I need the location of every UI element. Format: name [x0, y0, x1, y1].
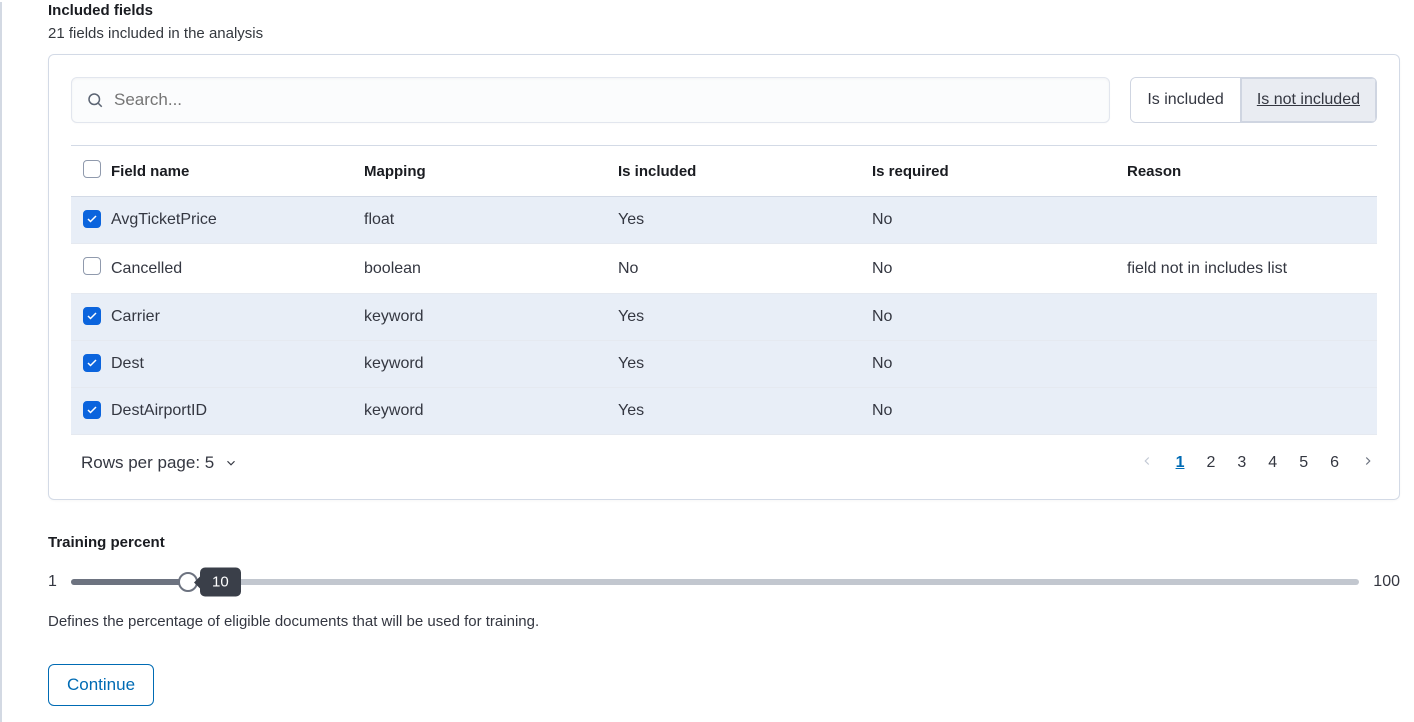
cell-reason: [1127, 197, 1377, 244]
section-subtitle: 21 fields included in the analysis: [48, 25, 1414, 42]
page-6[interactable]: 6: [1330, 454, 1339, 472]
filter-is-included[interactable]: Is included: [1131, 78, 1241, 122]
page-5[interactable]: 5: [1299, 454, 1308, 472]
cell-required: No: [872, 341, 1127, 388]
filter-is-not-included[interactable]: Is not included: [1241, 78, 1376, 122]
cell-required: No: [872, 388, 1127, 435]
cell-required: No: [872, 197, 1127, 244]
cell-reason: field not in includes list: [1127, 244, 1377, 294]
slider-fill: [71, 579, 188, 585]
search-field[interactable]: [71, 77, 1110, 123]
included-fields-panel: Is included Is not included Field name M…: [48, 54, 1400, 500]
pagination: 1 2 3 4 5 6: [1140, 454, 1375, 473]
table-row: DestkeywordYesNo: [71, 341, 1377, 388]
page-2[interactable]: 2: [1206, 454, 1215, 472]
cell-mapping: keyword: [364, 294, 618, 341]
rows-per-page[interactable]: Rows per page: 5: [81, 453, 238, 473]
row-checkbox[interactable]: [83, 401, 101, 419]
cell-required: No: [872, 294, 1127, 341]
chevron-down-icon: [224, 456, 238, 470]
cell-mapping: keyword: [364, 341, 618, 388]
cell-name: AvgTicketPrice: [111, 197, 364, 244]
col-header-name[interactable]: Field name: [111, 146, 364, 197]
training-slider[interactable]: 10: [71, 579, 1359, 585]
cell-reason: [1127, 388, 1377, 435]
search-icon: [86, 91, 104, 109]
prev-page[interactable]: [1140, 454, 1154, 473]
col-header-required[interactable]: Is required: [872, 146, 1127, 197]
filter-group: Is included Is not included: [1130, 77, 1377, 123]
cell-mapping: float: [364, 197, 618, 244]
cell-included: Yes: [618, 341, 872, 388]
training-slider-row: 1 10 100: [48, 573, 1400, 591]
row-checkbox[interactable]: [83, 307, 101, 325]
training-help-text: Defines the percentage of eligible docum…: [48, 613, 1414, 630]
slider-tooltip: 10: [200, 568, 241, 597]
cell-included: No: [618, 244, 872, 294]
cell-included: Yes: [618, 197, 872, 244]
search-input[interactable]: [114, 90, 1095, 110]
cell-mapping: keyword: [364, 388, 618, 435]
table-row: CarrierkeywordYesNo: [71, 294, 1377, 341]
col-header-reason[interactable]: Reason: [1127, 146, 1377, 197]
rows-per-page-label: Rows per page: 5: [81, 453, 214, 473]
col-header-included[interactable]: Is included: [618, 146, 872, 197]
cell-name: Carrier: [111, 294, 364, 341]
cell-included: Yes: [618, 294, 872, 341]
cell-required: No: [872, 244, 1127, 294]
fields-table: Field name Mapping Is included Is requir…: [71, 145, 1377, 435]
row-checkbox[interactable]: [83, 354, 101, 372]
cell-included: Yes: [618, 388, 872, 435]
training-percent-label: Training percent: [48, 534, 1414, 551]
row-checkbox[interactable]: [83, 257, 101, 275]
page-1[interactable]: 1: [1176, 454, 1185, 472]
next-page[interactable]: [1361, 454, 1375, 473]
select-all-checkbox[interactable]: [83, 160, 101, 178]
slider-max: 100: [1373, 573, 1400, 591]
col-header-mapping[interactable]: Mapping: [364, 146, 618, 197]
table-row: DestAirportIDkeywordYesNo: [71, 388, 1377, 435]
table-row: AvgTicketPricefloatYesNo: [71, 197, 1377, 244]
cell-name: DestAirportID: [111, 388, 364, 435]
continue-button[interactable]: Continue: [48, 664, 154, 706]
cell-name: Dest: [111, 341, 364, 388]
pager: Rows per page: 5 1 2 3 4 5 6: [71, 435, 1377, 477]
section-title: Included fields: [48, 2, 1414, 19]
table-row: CancelledbooleanNoNofield not in include…: [71, 244, 1377, 294]
cell-name: Cancelled: [111, 244, 364, 294]
row-checkbox[interactable]: [83, 210, 101, 228]
toolbar: Is included Is not included: [71, 77, 1377, 123]
cell-reason: [1127, 294, 1377, 341]
cell-reason: [1127, 341, 1377, 388]
slider-min: 1: [48, 573, 57, 591]
page-4[interactable]: 4: [1268, 454, 1277, 472]
cell-mapping: boolean: [364, 244, 618, 294]
page-3[interactable]: 3: [1237, 454, 1246, 472]
